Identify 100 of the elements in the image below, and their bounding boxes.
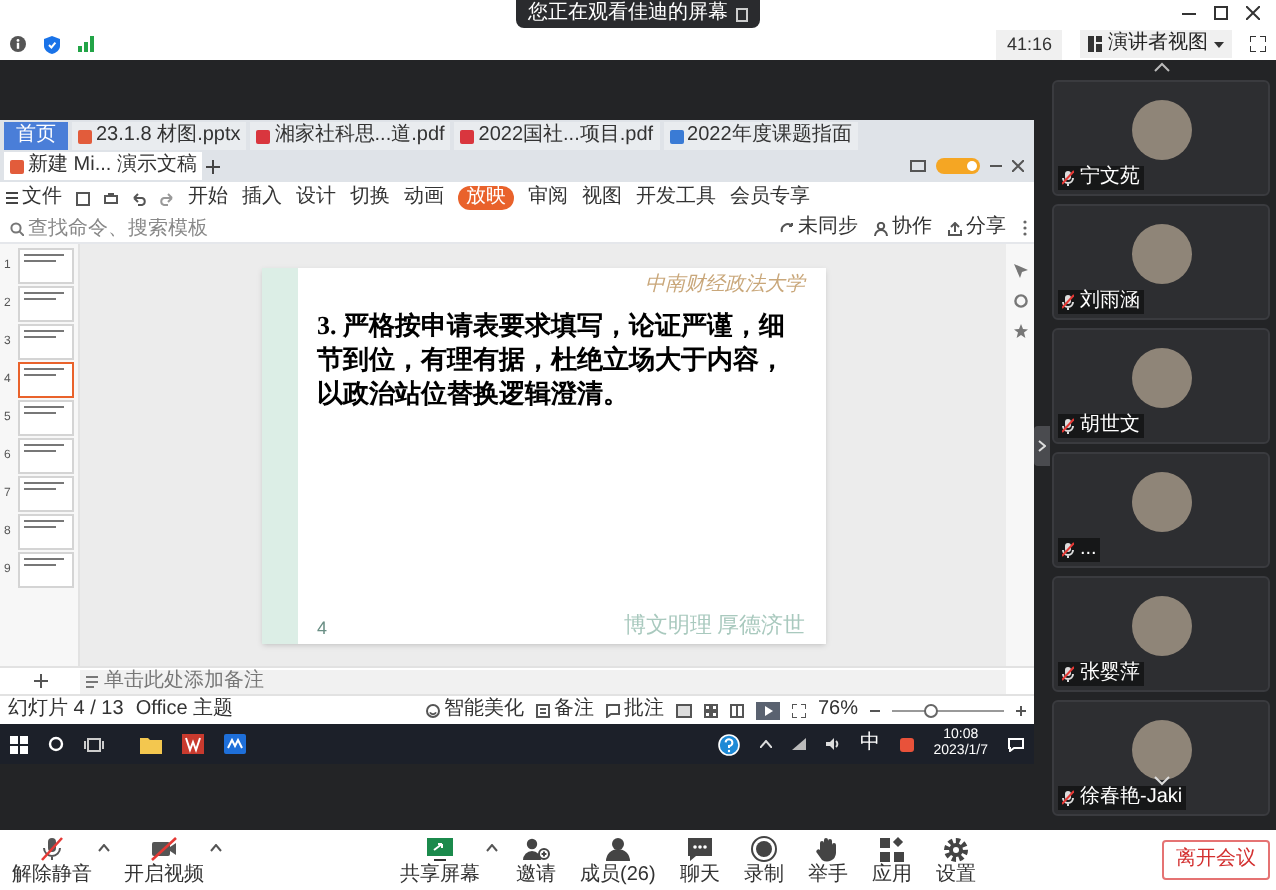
sync-icon xyxy=(780,221,794,235)
muted-mic-icon xyxy=(1062,294,1074,310)
close-icon[interactable] xyxy=(1012,160,1024,172)
comments-button[interactable]: 批注 xyxy=(605,700,664,720)
add-slide-icon[interactable] xyxy=(33,674,47,688)
signal-icon[interactable] xyxy=(78,36,94,52)
zoom-in-icon[interactable] xyxy=(1016,705,1026,715)
record-button[interactable]: 录制 xyxy=(737,835,790,885)
minimize-icon[interactable] xyxy=(990,160,1002,172)
plus-icon[interactable] xyxy=(206,159,221,173)
caret-up-icon[interactable] xyxy=(98,843,110,851)
wps-app-icon[interactable] xyxy=(182,734,204,754)
file-tab[interactable]: 23.1.8 材图.pptx xyxy=(72,122,247,150)
share-icon xyxy=(948,221,962,235)
file-menu[interactable]: 文件 xyxy=(6,188,62,208)
meeting-app-icon[interactable] xyxy=(224,734,246,754)
zoom-slider-thumb[interactable] xyxy=(924,703,939,717)
camera-button[interactable]: 开启视频 xyxy=(118,835,210,885)
ribbon-tab[interactable]: 开始 xyxy=(188,188,228,208)
undo-icon[interactable] xyxy=(132,191,146,205)
save-icon[interactable] xyxy=(76,191,90,205)
file-tab[interactable]: 新建 Mi... 演示文稿 xyxy=(4,152,203,180)
reading-view-icon[interactable] xyxy=(729,703,744,717)
notes-field[interactable]: 单击此处添加备注 xyxy=(80,669,1006,693)
caret-up-icon[interactable] xyxy=(486,843,498,851)
share-button[interactable]: 分享 xyxy=(948,218,1006,238)
speaker-view-button[interactable]: 演讲者视图 xyxy=(1080,30,1232,58)
help-icon[interactable] xyxy=(717,733,740,755)
window-layout-icon[interactable] xyxy=(910,160,926,172)
file-tab[interactable]: 首页 xyxy=(4,122,68,150)
file-tab[interactable]: 2022年度课题指面 xyxy=(663,122,858,150)
ribbon-tab[interactable]: 插入 xyxy=(242,188,282,208)
avatar-placeholder xyxy=(1131,596,1191,656)
file-icon xyxy=(256,129,271,143)
scroll-down-icon[interactable] xyxy=(1154,776,1170,786)
ribbon-tab[interactable]: 审阅 xyxy=(528,188,568,208)
ribbon-tab[interactable]: 会员专享 xyxy=(730,188,810,208)
menu-icon xyxy=(6,192,18,204)
meeting-timer: 41:16 xyxy=(996,29,1062,59)
participant-name: 胡世文 xyxy=(1080,414,1140,438)
muted-mic-icon xyxy=(1062,790,1074,806)
task-view-icon[interactable] xyxy=(84,737,104,751)
file-icon xyxy=(10,159,24,173)
ribbon-tab[interactable]: 开发工具 xyxy=(636,188,716,208)
file-tab[interactable]: 2022国社...项目.pdf xyxy=(454,122,660,150)
muted-mic-icon xyxy=(1062,666,1074,682)
zoom-percent: 76% xyxy=(817,700,858,720)
pointer-icon[interactable] xyxy=(1013,264,1027,278)
avatar-placeholder xyxy=(1131,720,1191,780)
caret-up-icon[interactable] xyxy=(210,843,222,851)
file-tab[interactable]: 湘家社科思...道.pdf xyxy=(250,122,451,150)
info-icon[interactable] xyxy=(10,36,26,52)
muted-mic-icon xyxy=(38,835,66,861)
search-field[interactable]: 查找命令、搜索模板 xyxy=(6,215,224,241)
start-icon[interactable] xyxy=(10,735,28,753)
slide-counter: 幻灯片 4 / 13 xyxy=(8,700,124,720)
apps-icon xyxy=(877,835,906,861)
speaker-icon[interactable] xyxy=(825,738,840,750)
maximize-icon[interactable] xyxy=(1214,6,1228,20)
normal-view-icon[interactable] xyxy=(675,703,692,717)
ribbon-tab[interactable]: 切换 xyxy=(350,188,390,208)
invite-button[interactable]: 邀请 xyxy=(510,835,562,885)
hand-button[interactable]: 举手 xyxy=(801,835,854,885)
apps-button[interactable]: 应用 xyxy=(865,835,918,885)
avatar-placeholder xyxy=(1131,472,1191,532)
zoom-out-icon[interactable] xyxy=(870,705,880,715)
shield-icon[interactable] xyxy=(44,35,60,53)
scroll-up-icon[interactable] xyxy=(1153,62,1169,72)
ribbon-tab[interactable]: 动画 xyxy=(404,188,444,208)
fit-icon[interactable] xyxy=(791,703,806,717)
slide-thumbnail[interactable] xyxy=(18,362,74,398)
panel-collapse-handle[interactable] xyxy=(1034,425,1050,465)
participant-name: 张婴萍 xyxy=(1080,662,1140,686)
search-icon[interactable] xyxy=(48,736,64,752)
input-method-indicator[interactable]: 中 xyxy=(859,734,880,754)
smart-beautify-button[interactable]: 智能美化 xyxy=(425,700,524,720)
collab-button[interactable]: 协作 xyxy=(874,218,932,238)
close-icon[interactable] xyxy=(1246,6,1260,20)
notification-icon[interactable] xyxy=(1008,737,1024,751)
hand-icon xyxy=(813,835,842,861)
fullscreen-icon[interactable] xyxy=(1250,36,1266,52)
share-button[interactable]: 共享屏幕 xyxy=(394,835,486,885)
grid-view-icon[interactable] xyxy=(703,703,718,717)
leave-meeting-button[interactable]: 离开会议 xyxy=(1162,840,1270,880)
layout-icon xyxy=(1088,36,1102,52)
notes-button[interactable]: 备注 xyxy=(535,700,594,720)
members-button[interactable]: 成员(26) xyxy=(574,835,662,885)
sync-button[interactable]: 未同步 xyxy=(780,218,858,238)
redo-icon[interactable] xyxy=(160,191,174,205)
record-icon xyxy=(749,835,778,861)
folder-icon[interactable] xyxy=(140,735,162,753)
star-icon[interactable] xyxy=(1013,324,1027,338)
ribbon-tab[interactable]: 设计 xyxy=(296,188,336,208)
play-icon[interactable] xyxy=(755,701,780,719)
more-icon[interactable] xyxy=(1022,220,1028,236)
tray-app-icon[interactable] xyxy=(899,737,914,751)
chat-button[interactable]: 聊天 xyxy=(673,835,726,885)
settings-button[interactable]: 设置 xyxy=(929,835,982,885)
mic-button[interactable]: 解除静音 xyxy=(6,835,98,885)
ribbon-tab[interactable]: 视图 xyxy=(582,188,622,208)
